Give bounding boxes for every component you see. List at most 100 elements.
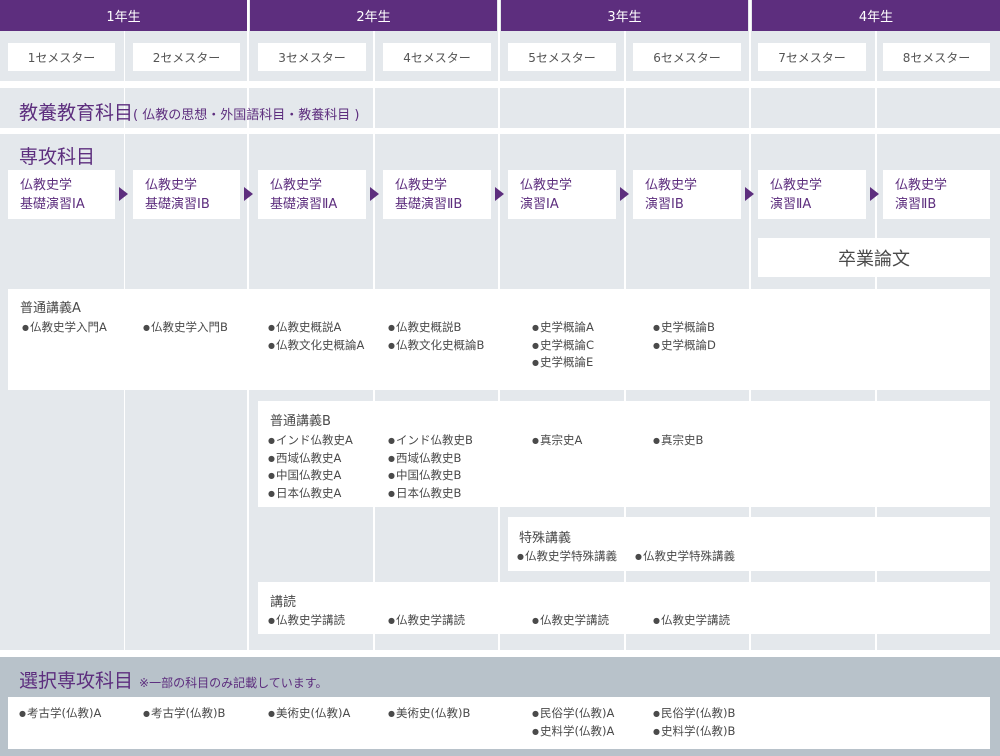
list-item: 考古学(仏教)A: [19, 705, 101, 723]
separator-band: [0, 128, 1000, 134]
seminar-line: 演習ⅠB: [645, 197, 684, 212]
list-item: インド仏教史A: [268, 432, 353, 450]
year-header-3: 3年生: [501, 0, 748, 31]
general-ed-subtitle: ( 仏教の思想・外国語科目・教養科目 ): [133, 108, 360, 123]
seminar-line: 仏教史学: [895, 178, 948, 193]
list-item: 真宗史A: [532, 432, 582, 450]
list-item: 仏教文化史概論A: [268, 337, 364, 355]
separator-band: [0, 650, 1000, 657]
list-item: 民俗学(仏教)A: [532, 705, 614, 723]
seminar-line: 仏教史学: [20, 178, 73, 193]
seminar-line: 演習ⅡB: [895, 197, 937, 212]
seminar-box-5: 仏教史学 演習ⅠA: [508, 170, 616, 219]
list-item: 美術史(仏教)B: [388, 705, 470, 723]
seminar-box-6: 仏教史学演習ⅠB: [633, 170, 741, 219]
special-title: 特殊講義: [519, 531, 572, 546]
major-title: 専攻科目: [19, 146, 96, 168]
list-item: 仏教史学入門A: [22, 319, 107, 337]
lectures-a-list: 仏教史学入門B: [143, 319, 228, 337]
reading-list: 仏教史学講読: [653, 612, 730, 630]
seminar-box-1: 仏教史学基礎演習ⅠA: [8, 170, 115, 219]
lectures-b-list: 真宗史A: [532, 432, 582, 450]
seminar-line: 基礎演習ⅠB: [145, 197, 210, 212]
lectures-a-list: 仏教史概説A仏教文化史概論A: [268, 319, 364, 354]
seminar-line: 仏教史学: [520, 178, 573, 193]
reading-list: 仏教史学講読: [388, 612, 465, 630]
list-item: 中国仏教史A: [268, 467, 353, 485]
seminar-line: 基礎演習ⅡA: [270, 197, 338, 212]
list-item: 史学概論E: [532, 354, 594, 372]
lectures-b-box: [258, 401, 990, 507]
list-item: 民俗学(仏教)B: [653, 705, 735, 723]
semester-1: 1セメスター: [8, 43, 115, 71]
list-item: 真宗史B: [653, 432, 703, 450]
semester-8: 8セメスター: [883, 43, 990, 71]
list-item: 仏教史概説A: [268, 319, 364, 337]
year-header-1: 1年生: [0, 0, 247, 31]
list-item: 仏教史学特殊講義: [517, 548, 617, 566]
reading-title: 講読: [270, 595, 297, 610]
seminar-line: 基礎演習ⅠA: [20, 197, 85, 212]
elective-list: 民俗学(仏教)A史料学(仏教)A: [532, 705, 614, 740]
list-item: 仏教史概説B: [388, 319, 484, 337]
seminar-box-3: 仏教史学 基礎演習ⅡA: [258, 170, 366, 219]
lectures-b-list: インド仏教史A西域仏教史A中国仏教史A日本仏教史A: [268, 432, 353, 502]
list-item: 仏教史学講読: [653, 612, 730, 630]
seminar-box-7: 仏教史学演習ⅡA: [758, 170, 866, 219]
reading-list: 仏教史学講読: [268, 612, 345, 630]
semester-4: 4セメスター: [383, 43, 491, 71]
lectures-b-list: インド仏教史B西域仏教史B中国仏教史B日本仏教史B: [388, 432, 473, 502]
list-item: 仏教史学特殊講義: [635, 548, 735, 566]
list-item: 史学概論B: [653, 319, 716, 337]
seminar-box-8: 仏教史学演習ⅡB: [883, 170, 990, 219]
lectures-a-list: 史学概論A史学概論C史学概論E: [532, 319, 594, 372]
lectures-a-list: 仏教史学入門A: [22, 319, 107, 337]
list-item: 仏教史学講読: [532, 612, 609, 630]
semester-2: 2セメスター: [133, 43, 240, 71]
semester-6: 6セメスター: [633, 43, 741, 71]
semester-7: 7セメスター: [758, 43, 866, 71]
list-item: 仏教史学講読: [388, 612, 465, 630]
elective-list: 考古学(仏教)A: [19, 705, 101, 723]
arrow-right-icon: [495, 187, 504, 201]
seminar-line: 仏教史学: [645, 178, 698, 193]
list-item: 中国仏教史B: [388, 467, 473, 485]
list-item: 日本仏教史A: [268, 485, 353, 503]
elective-list: 美術史(仏教)B: [388, 705, 470, 723]
seminar-line: 基礎演習ⅡB: [395, 197, 463, 212]
lectures-a-title: 普通講義A: [20, 301, 81, 316]
elective-list: 考古学(仏教)B: [143, 705, 225, 723]
arrow-right-icon: [620, 187, 629, 201]
seminar-line: 仏教史学: [770, 178, 823, 193]
year-header-4: 4年生: [752, 0, 1000, 31]
reading-box: [258, 582, 990, 634]
seminar-line: 演習ⅡA: [770, 197, 812, 212]
lectures-a-list: 史学概論B史学概論D: [653, 319, 716, 354]
lectures-a-list: 仏教史概説B仏教文化史概論B: [388, 319, 484, 354]
seminar-box-2: 仏教史学 基礎演習ⅠB: [133, 170, 240, 219]
lectures-b-list: 真宗史B: [653, 432, 703, 450]
list-item: 史料学(仏教)A: [532, 723, 614, 741]
elective-list: 民俗学(仏教)B史料学(仏教)B: [653, 705, 735, 740]
list-item: 史学概論C: [532, 337, 594, 355]
seminar-box-4: 仏教史学基礎演習ⅡB: [383, 170, 491, 219]
arrow-right-icon: [745, 187, 754, 201]
thesis-box: 卒業論文: [758, 238, 990, 277]
arrow-right-icon: [244, 187, 253, 201]
arrow-right-icon: [370, 187, 379, 201]
semester-5: 5セメスター: [508, 43, 616, 71]
separator-band: [0, 81, 1000, 88]
list-item: 史料学(仏教)B: [653, 723, 735, 741]
list-item: インド仏教史B: [388, 432, 473, 450]
list-item: 考古学(仏教)B: [143, 705, 225, 723]
year-header-2: 2年生: [250, 0, 497, 31]
seminar-line: 仏教史学: [395, 178, 448, 193]
elective-title: 選択専攻科目 ※一部の科目のみ記載しています。: [19, 666, 328, 693]
elective-list: 美術史(仏教)A: [268, 705, 350, 723]
list-item: 仏教史学講読: [268, 612, 345, 630]
lectures-b-title: 普通講義B: [270, 414, 331, 429]
special-list: 仏教史学特殊講義: [517, 548, 617, 566]
arrow-right-icon: [119, 187, 128, 201]
list-item: 史学概論D: [653, 337, 716, 355]
special-list: 仏教史学特殊講義: [635, 548, 735, 566]
